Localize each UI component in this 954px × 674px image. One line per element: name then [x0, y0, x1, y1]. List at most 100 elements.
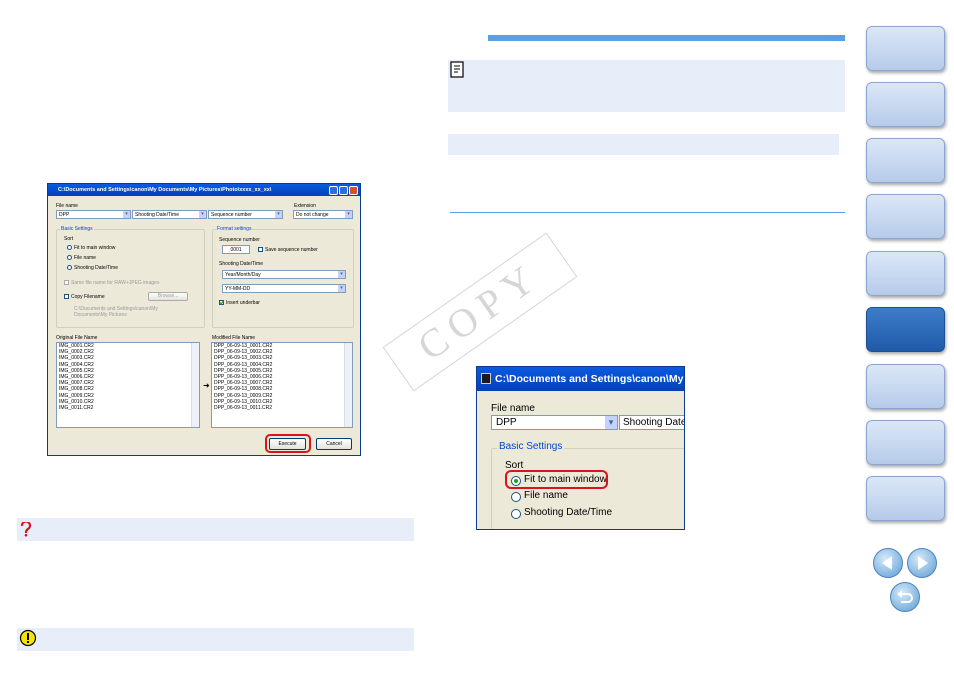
zoomed-file-name-label: File name [491, 403, 535, 414]
nav-tab-4[interactable] [866, 194, 945, 239]
sort-option-filename-label: File name [74, 255, 96, 261]
sequence-number-value: 0001 [230, 247, 242, 253]
zoomed-combo-1[interactable]: DPP ▾ [491, 415, 618, 430]
rename-dialog: C:\Documents and Settings\canon\My Docum… [47, 183, 361, 456]
same-file-name-label: Same file name for RAW+JPEG images [71, 280, 160, 286]
chevron-down-icon: ▾ [123, 211, 130, 218]
zoomed-combo-2-value: Shooting Date/ [623, 417, 685, 428]
insert-underbar-label: Insert underbar [226, 300, 260, 306]
date-format-combo-2[interactable]: YY-MM-DD ▾ [222, 284, 346, 293]
combo-3-value: Sequence number [211, 212, 252, 218]
file-name-combo-1[interactable]: DPP ▾ [56, 210, 131, 219]
format-settings-title: Format settings [216, 226, 253, 232]
original-file-name-label: Original File Name [56, 335, 98, 341]
save-sequence-checkbox[interactable] [258, 247, 263, 252]
chevron-down-icon: ▾ [605, 416, 617, 429]
sort-radio-date[interactable] [67, 265, 72, 270]
zoomed-option-filename-label: File name [524, 490, 568, 501]
nav-tab-9[interactable] [866, 476, 945, 521]
file-name-combo-2[interactable]: Shooting Date/Time ▾ [132, 210, 207, 219]
file-name-combo-3[interactable]: Sequence number ▾ [208, 210, 283, 219]
cancel-button[interactable]: Cancel [316, 438, 352, 450]
minimize-button[interactable] [329, 186, 338, 195]
save-sequence-label: Save sequence number [265, 247, 318, 253]
zoomed-combo-2[interactable]: Shooting Date/ [619, 415, 685, 430]
info-band [448, 134, 839, 155]
chevron-down-icon: ▾ [338, 285, 345, 292]
modified-list-scrollbar[interactable] [344, 343, 352, 427]
arrow-right-icon [918, 556, 928, 570]
nav-tab-6-active[interactable] [866, 307, 945, 352]
basic-settings-title: Basic Settings [60, 226, 94, 232]
list-item[interactable]: DPP_06-09-13_0011.CR2 [212, 405, 352, 411]
dialog-titlebar: C:\Documents and Settings\canon\My Docum… [48, 184, 360, 196]
arrow-left-icon [882, 556, 892, 570]
date-format-1-value: Year/Month/Day [225, 272, 261, 278]
execute-highlight [265, 434, 311, 453]
troubleshooting-band [17, 518, 414, 541]
extension-value: Do not change [296, 212, 329, 218]
copy-filename-label: Copy Filename [71, 294, 105, 300]
date-format-2-value: YY-MM-DD [225, 286, 251, 292]
chevron-down-icon: ▾ [199, 211, 206, 218]
combo-2-value: Shooting Date/Time [135, 212, 180, 218]
modified-file-list[interactable]: DPP_06-09-13_0001.CR2 DPP_06-09-13_0002.C… [211, 342, 353, 428]
combo-1-value: DPP [59, 212, 70, 218]
chevron-down-icon: ▾ [345, 211, 352, 218]
prev-page-button[interactable] [873, 548, 903, 578]
return-icon [897, 590, 913, 603]
caution-icon [19, 629, 37, 647]
chevron-down-icon: ▾ [275, 211, 282, 218]
copy-filename-checkbox[interactable] [64, 294, 69, 299]
nav-tab-7[interactable] [866, 364, 945, 409]
nav-tab-5[interactable] [866, 251, 945, 296]
watermark-text: COPY [382, 232, 578, 392]
dialog-title: C:\Documents and Settings\canon\My Docum… [58, 187, 272, 193]
insert-underbar-checkbox[interactable] [219, 300, 224, 305]
nav-tab-8[interactable] [866, 420, 945, 465]
sequence-number-label: Sequence number [219, 237, 260, 243]
original-file-rows: IMG_0001.CR2 IMG_0002.CR2 IMG_0003.CR2 IMG_… [57, 343, 199, 411]
sort-label: Sort [64, 236, 74, 242]
extension-combo[interactable]: Do not change ▾ [293, 210, 353, 219]
same-file-name-checkbox[interactable] [64, 280, 69, 285]
memo-band [448, 60, 845, 112]
nav-tab-1[interactable] [866, 26, 945, 71]
nav-tab-3[interactable] [866, 138, 945, 183]
checkmark-icon [219, 300, 224, 305]
file-name-label: File name [56, 203, 78, 209]
copy-path-text: C:\Documents and Settings\canon\My Docum… [74, 306, 158, 318]
list-item[interactable]: IMG_0011.CR2 [57, 405, 199, 411]
zoomed-radio-date[interactable] [511, 509, 521, 519]
original-file-list[interactable]: IMG_0001.CR2 IMG_0002.CR2 IMG_0003.CR2 IMG_… [56, 342, 200, 428]
sort-radio-fit[interactable] [67, 245, 72, 250]
close-button[interactable] [349, 186, 358, 195]
zoomed-dialog: C:\Documents and Settings\canon\My Do Fi… [476, 366, 685, 530]
original-list-scrollbar[interactable] [191, 343, 199, 427]
zoomed-basic-settings-title: Basic Settings [497, 441, 565, 452]
zoomed-radio-filename[interactable] [511, 492, 521, 502]
shooting-date-label: Shooting Date/Time [219, 261, 264, 267]
sort-option-fit-label: Fit to main window [74, 245, 116, 251]
sort-radio-filename[interactable] [67, 255, 72, 260]
next-page-button[interactable] [907, 548, 937, 578]
modified-file-name-label: Modified File Name [212, 335, 256, 341]
memo-icon [450, 61, 464, 78]
nav-tab-2[interactable] [866, 82, 945, 127]
question-icon [20, 522, 32, 537]
extension-label: Extension [294, 203, 316, 209]
caution-band [17, 628, 414, 651]
zoomed-combo-1-value: DPP [496, 417, 517, 428]
copy-watermark: COPY [372, 232, 582, 392]
sequence-number-input[interactable]: 0001 [222, 245, 250, 254]
sort-option-date-label: Shooting Date/Time [74, 265, 119, 271]
date-format-combo-1[interactable]: Year/Month/Day ▾ [222, 270, 346, 279]
return-button[interactable] [890, 582, 920, 612]
browse-button[interactable]: Browse... [148, 292, 188, 301]
arrow-right-icon: ➜ [203, 381, 210, 390]
divider-line [450, 212, 845, 213]
fit-to-main-window-highlight [505, 470, 608, 489]
chevron-down-icon: ▾ [338, 271, 345, 278]
section-heading-bar [488, 35, 845, 41]
maximize-button[interactable] [339, 186, 348, 195]
